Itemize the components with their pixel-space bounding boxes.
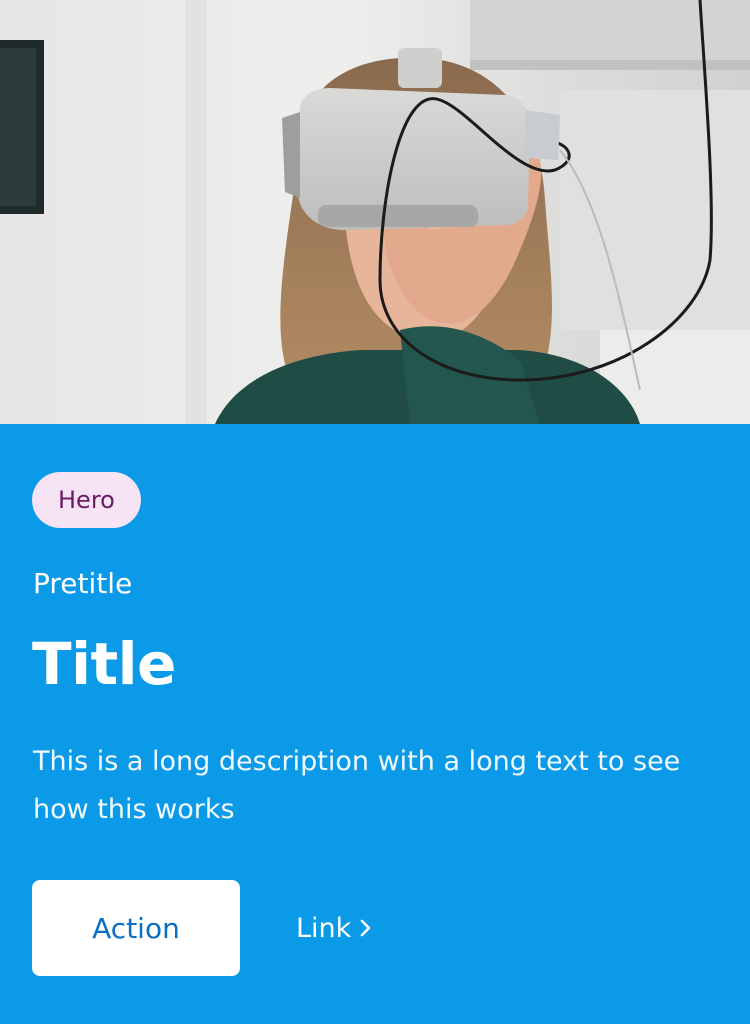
- hero-description: This is a long description with a long t…: [33, 746, 681, 825]
- pretitle: Pretitle: [33, 567, 133, 600]
- hero-card: Hero Pretitle Title This is a long descr…: [0, 0, 750, 1024]
- hero-link-label: Link: [296, 912, 352, 944]
- vr-headset-photo: [0, 0, 750, 424]
- page-title: Title: [32, 630, 176, 698]
- chevron-right-icon: [360, 919, 371, 937]
- hero-image: [0, 0, 750, 424]
- hero-link[interactable]: Link: [296, 880, 373, 976]
- hero-tag: Hero: [32, 472, 141, 528]
- action-button[interactable]: Action: [32, 880, 240, 976]
- hero-content: Hero Pretitle Title This is a long descr…: [0, 424, 750, 1024]
